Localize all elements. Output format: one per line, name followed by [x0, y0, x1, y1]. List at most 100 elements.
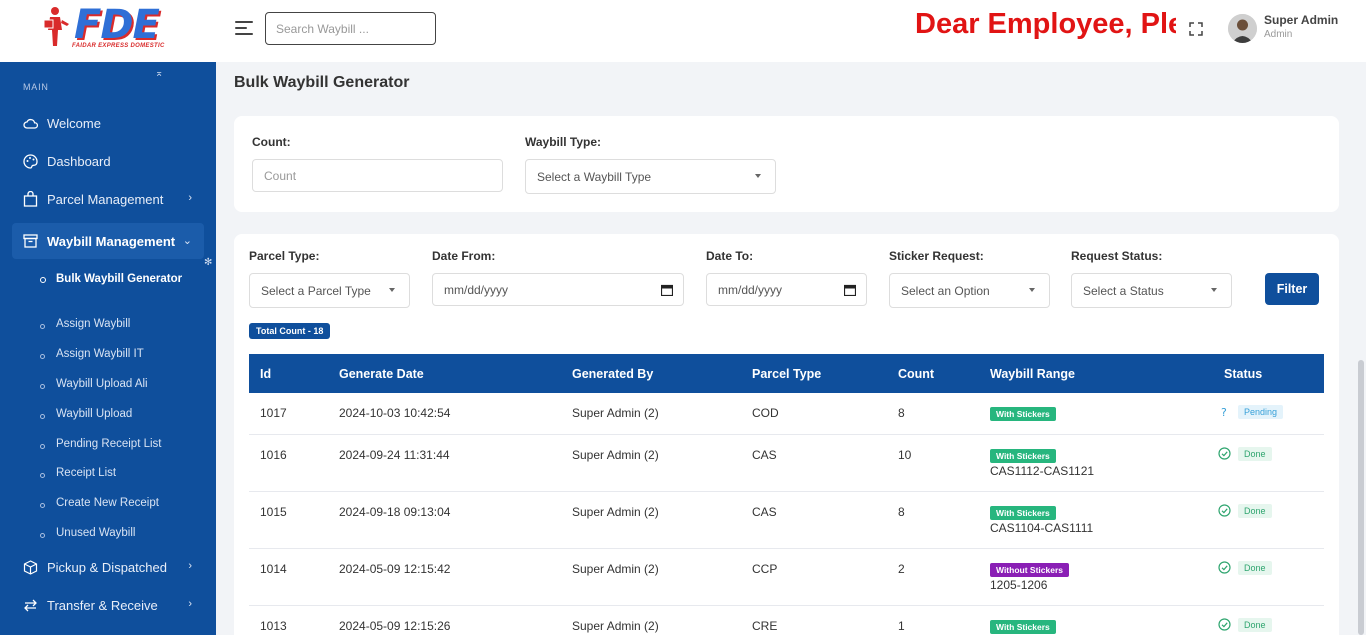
- user-role: Admin: [1264, 29, 1293, 40]
- parcel-type-label: Parcel Type:: [249, 249, 320, 263]
- date-from-input[interactable]: mm/dd/yyyy: [432, 273, 684, 306]
- cell-status: ? Pending: [1201, 393, 1324, 435]
- sidebar-subitem-waybill-upload[interactable]: Waybill Upload: [38, 408, 198, 420]
- page-title: Bulk Waybill Generator: [234, 74, 410, 91]
- sidebar-item-pickup-dispatched[interactable]: Pickup & Dispatched ›: [12, 549, 204, 585]
- fullscreen-icon[interactable]: [1189, 22, 1203, 36]
- cell-id: 1013: [249, 605, 328, 635]
- status-badge: Done: [1238, 503, 1272, 518]
- vertical-scrollbar[interactable]: [1356, 62, 1366, 635]
- sidebar-item-label: Welcome: [47, 115, 101, 131]
- cell-generated-by: Super Admin (2): [561, 393, 741, 435]
- status-badge: Done: [1238, 617, 1272, 632]
- count-input[interactable]: Count: [252, 159, 503, 192]
- cell-generate-date: 2024-05-09 12:15:42: [328, 548, 561, 606]
- column-header-generated-by[interactable]: Generated By: [561, 354, 741, 393]
- pin-icon[interactable]: ⌅: [155, 68, 163, 79]
- request-status-select[interactable]: Select a Status: [1071, 273, 1232, 308]
- column-header-generate-date[interactable]: Generate Date: [328, 354, 561, 393]
- column-header-id[interactable]: Id: [249, 354, 328, 393]
- waybill-range-text: CAS1104-CAS1111: [990, 520, 1094, 535]
- date-to-value: mm/dd/yyyy: [718, 282, 783, 297]
- sidebar-item-waybill-management[interactable]: Waybill Management ⌄: [12, 223, 204, 259]
- cell-status: Done: [1201, 434, 1324, 492]
- table-row[interactable]: 1016 2024-09-24 11:31:44 Super Admin (2) CA…: [249, 434, 1324, 492]
- caret-down-icon: [755, 174, 761, 178]
- sidebar-item-parcel-management[interactable]: Parcel Management ›: [12, 181, 204, 217]
- sidebar-item-label: Dashboard: [47, 153, 111, 169]
- calendar-icon[interactable]: [844, 284, 856, 296]
- waybill-table: Id Generate Date Generated By Parcel Typ…: [249, 354, 1324, 635]
- sidebar-subitem-create-new-receipt[interactable]: Create New Receipt: [38, 497, 198, 509]
- sticker-request-select[interactable]: Select an Option: [889, 273, 1050, 308]
- sidebar-item-label: Transfer & Receive: [47, 597, 158, 613]
- column-header-status[interactable]: Status: [1201, 354, 1324, 393]
- sticker-request-label: Sticker Request:: [889, 249, 984, 263]
- cell-parcel-type: CAS: [741, 434, 887, 492]
- sidebar-item-label: Waybill Management: [47, 233, 176, 249]
- cell-generated-by: Super Admin (2): [561, 548, 741, 606]
- sidebar-subitem-unused-waybill[interactable]: Unused Waybill: [38, 527, 198, 539]
- chevron-down-icon: ⌄: [182, 235, 192, 247]
- check-circle-icon: [1218, 561, 1231, 574]
- caret-down-icon: [389, 288, 395, 292]
- cell-id: 1014: [249, 548, 328, 606]
- search-input[interactable]: [265, 12, 436, 45]
- waybill-list-card: Parcel Type: Select a Parcel Type Date F…: [234, 234, 1339, 635]
- status-badge: Done: [1238, 560, 1272, 575]
- sidebar-subitem-waybill-upload-ali[interactable]: Waybill Upload Ali: [38, 378, 198, 390]
- chevron-right-icon: ›: [188, 560, 192, 572]
- cell-id: 1017: [249, 393, 328, 435]
- svg-text:?: ?: [1221, 406, 1227, 419]
- table-row[interactable]: 1013 2024-05-09 12:15:26 Super Admin (2) CR…: [249, 605, 1324, 635]
- table-row[interactable]: 1015 2024-09-18 09:13:04 Super Admin (2) CA…: [249, 491, 1324, 549]
- avatar[interactable]: [1228, 14, 1257, 43]
- cell-status: Done: [1201, 605, 1324, 635]
- waybill-type-value: Select a Waybill Type: [537, 169, 652, 184]
- sidebar-subitem-assign-waybill-it[interactable]: Assign Waybill IT: [38, 348, 198, 360]
- caret-down-icon: [1211, 288, 1217, 292]
- user-name[interactable]: Super Admin: [1264, 13, 1338, 27]
- request-status-value: Select a Status: [1083, 283, 1164, 298]
- parcel-type-select[interactable]: Select a Parcel Type: [249, 273, 410, 308]
- sidebar-subitem-bulk-waybill-generator[interactable]: Bulk Waybill Generator: [38, 271, 198, 288]
- chevron-right-icon: ›: [188, 598, 192, 610]
- cell-id: 1016: [249, 434, 328, 492]
- table-row[interactable]: 1017 2024-10-03 10:42:54 Super Admin (2) CO…: [249, 393, 1324, 435]
- cell-generate-date: 2024-10-03 10:42:54: [328, 393, 561, 435]
- column-header-waybill-range[interactable]: Waybill Range: [979, 354, 1201, 393]
- logo[interactable]: FDE FAIDAR EXPRESS DOMESTIC: [0, 0, 216, 62]
- question-icon: ?: [1221, 406, 1227, 419]
- cell-waybill-range: With Stickers: [979, 393, 1201, 435]
- sticker-tag: With Stickers: [990, 407, 1056, 421]
- cell-waybill-range: With Stickers CAS1112-CAS1121: [979, 434, 1201, 492]
- cloud-icon: [22, 115, 38, 131]
- logo-subtitle: FAIDAR EXPRESS DOMESTIC: [72, 43, 165, 49]
- sidebar-subitem-receipt-list[interactable]: Receipt List: [38, 467, 198, 479]
- menu-toggle-icon[interactable]: [235, 21, 253, 37]
- cell-count: 8: [887, 393, 979, 435]
- waybill-type-select[interactable]: Select a Waybill Type: [525, 159, 776, 194]
- column-header-count[interactable]: Count: [887, 354, 979, 393]
- settings-icon[interactable]: ✻: [204, 257, 212, 268]
- cell-status: Done: [1201, 491, 1324, 549]
- sidebar-item-welcome[interactable]: Welcome: [12, 105, 204, 141]
- cell-generate-date: 2024-09-24 11:31:44: [328, 434, 561, 492]
- cell-parcel-type: CAS: [741, 491, 887, 549]
- sticker-tag: With Stickers: [990, 619, 1056, 634]
- cell-generated-by: Super Admin (2): [561, 605, 741, 635]
- sidebar-item-transfer-receive[interactable]: Transfer & Receive ›: [12, 587, 204, 623]
- date-to-input[interactable]: mm/dd/yyyy: [706, 273, 867, 306]
- sidebar-subitem-pending-receipt-list[interactable]: Pending Receipt List: [38, 438, 198, 450]
- cell-generate-date: 2024-05-09 12:15:26: [328, 605, 561, 635]
- table-row[interactable]: 1014 2024-05-09 12:15:42 Super Admin (2) CC…: [249, 548, 1324, 606]
- date-from-value: mm/dd/yyyy: [444, 282, 509, 297]
- scrollbar-thumb[interactable]: [1358, 360, 1364, 635]
- sidebar-subitem-assign-waybill[interactable]: Assign Waybill: [38, 318, 198, 330]
- filter-button[interactable]: Filter: [1265, 273, 1319, 305]
- calendar-icon[interactable]: [661, 284, 673, 296]
- cell-count: 1: [887, 605, 979, 635]
- cell-parcel-type: CCP: [741, 548, 887, 606]
- sidebar-item-dashboard[interactable]: Dashboard: [12, 143, 204, 179]
- column-header-parcel-type[interactable]: Parcel Type: [741, 354, 887, 393]
